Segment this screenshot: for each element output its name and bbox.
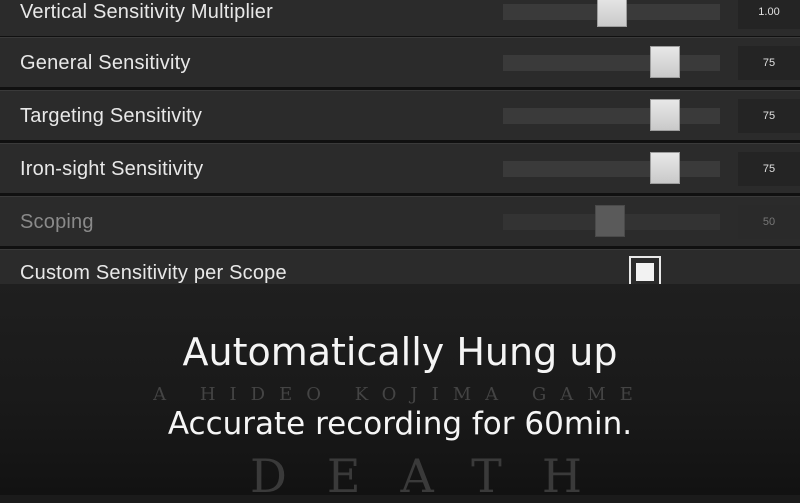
- setting-row-general-sensitivity: General Sensitivity 75: [0, 37, 800, 87]
- setting-row-vertical-sensitivity-multiplier: Vertical Sensitivity Multiplier 1.00: [0, 0, 800, 36]
- setting-row-targeting-sensitivity: Targeting Sensitivity 75: [0, 90, 800, 140]
- setting-label: Scoping: [20, 211, 94, 233]
- slider-thumb[interactable]: [597, 0, 627, 27]
- value-box[interactable]: 75: [738, 99, 800, 133]
- background-tagline: A HIDEO KOJIMA GAME: [153, 384, 647, 405]
- slider-track[interactable]: [503, 46, 720, 78]
- value-box: 50: [738, 205, 800, 239]
- setting-label: General Sensitivity: [20, 52, 191, 74]
- slider-thumb: [595, 205, 625, 237]
- slider-track[interactable]: [503, 0, 720, 27]
- setting-label: Vertical Sensitivity Multiplier: [20, 1, 273, 23]
- checkbox-check-mark: [636, 263, 654, 281]
- caption-overlay: A HIDEO KOJIMA GAME DEATH Automatically …: [0, 284, 800, 503]
- slider-track: [503, 205, 720, 237]
- settings-panel: Vertical Sensitivity Multiplier 1.00 Gen…: [0, 0, 800, 299]
- caption-line-1: Automatically Hung up: [182, 330, 618, 374]
- value-box[interactable]: 75: [738, 152, 800, 186]
- slider-thumb[interactable]: [650, 99, 680, 131]
- slider-track[interactable]: [503, 152, 720, 184]
- setting-row-iron-sight-sensitivity: Iron-sight Sensitivity 75: [0, 143, 800, 193]
- setting-row-scoping: Scoping 50: [0, 196, 800, 246]
- value-box[interactable]: 75: [738, 46, 800, 80]
- value-box[interactable]: 1.00: [738, 0, 800, 29]
- slider-track[interactable]: [503, 99, 720, 131]
- setting-label: Iron-sight Sensitivity: [20, 158, 204, 180]
- caption-line-2: Accurate recording for 60min.: [167, 406, 633, 442]
- slider-thumb[interactable]: [650, 46, 680, 78]
- slider-thumb[interactable]: [650, 152, 680, 184]
- setting-label: Targeting Sensitivity: [20, 105, 203, 127]
